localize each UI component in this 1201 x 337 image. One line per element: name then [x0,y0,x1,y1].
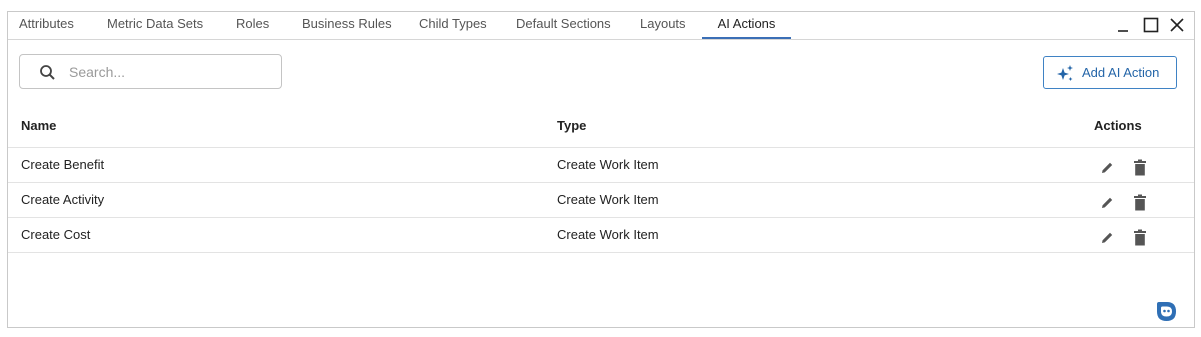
table-row[interactable]: Create Cost Create Work Item [8,217,1194,253]
pencil-icon[interactable] [1099,229,1115,246]
column-header-type: Type [557,118,587,133]
ai-actions-panel: Attributes Metric Data Sets Roles Busine… [7,11,1195,328]
tab-attributes[interactable]: Attributes [19,12,74,38]
minimize-icon[interactable] [1114,16,1132,34]
tab-layouts[interactable]: Layouts [640,12,686,38]
tab-roles[interactable]: Roles [236,12,269,38]
tab-child-types[interactable]: Child Types [419,12,487,38]
row-type: Create Work Item [557,157,659,172]
trash-icon[interactable] [1132,159,1148,176]
tab-bar: Attributes Metric Data Sets Roles Busine… [8,12,1194,40]
tab-ai-actions[interactable]: AI Actions [702,12,791,39]
add-ai-action-label: Add AI Action [1082,65,1160,80]
tab-default-sections[interactable]: Default Sections [516,12,611,38]
tab-metric-data-sets[interactable]: Metric Data Sets [107,12,203,38]
trash-icon[interactable] [1132,194,1148,211]
row-name: Create Benefit [21,157,105,172]
row-type: Create Work Item [557,227,659,242]
column-header-name: Name [21,118,57,133]
add-ai-action-button[interactable]: Add AI Action [1043,56,1177,89]
tab-business-rules[interactable]: Business Rules [302,12,392,38]
close-icon[interactable] [1168,16,1186,34]
row-name: Create Cost [21,227,91,242]
table-row[interactable]: Create Activity Create Work Item [8,182,1194,217]
column-header-actions: Actions [1094,118,1142,133]
search-input[interactable] [69,62,269,81]
maximize-icon[interactable] [1142,16,1160,34]
search-icon [40,65,55,80]
trash-icon[interactable] [1132,229,1148,246]
row-type: Create Work Item [557,192,659,207]
chatbot-icon[interactable] [1155,301,1177,323]
search-box[interactable] [19,54,282,89]
pencil-icon[interactable] [1099,194,1115,211]
pencil-icon[interactable] [1099,159,1115,176]
sparkle-icon [1057,65,1073,81]
row-name: Create Activity [21,192,105,207]
table-row[interactable]: Create Benefit Create Work Item [8,147,1194,182]
